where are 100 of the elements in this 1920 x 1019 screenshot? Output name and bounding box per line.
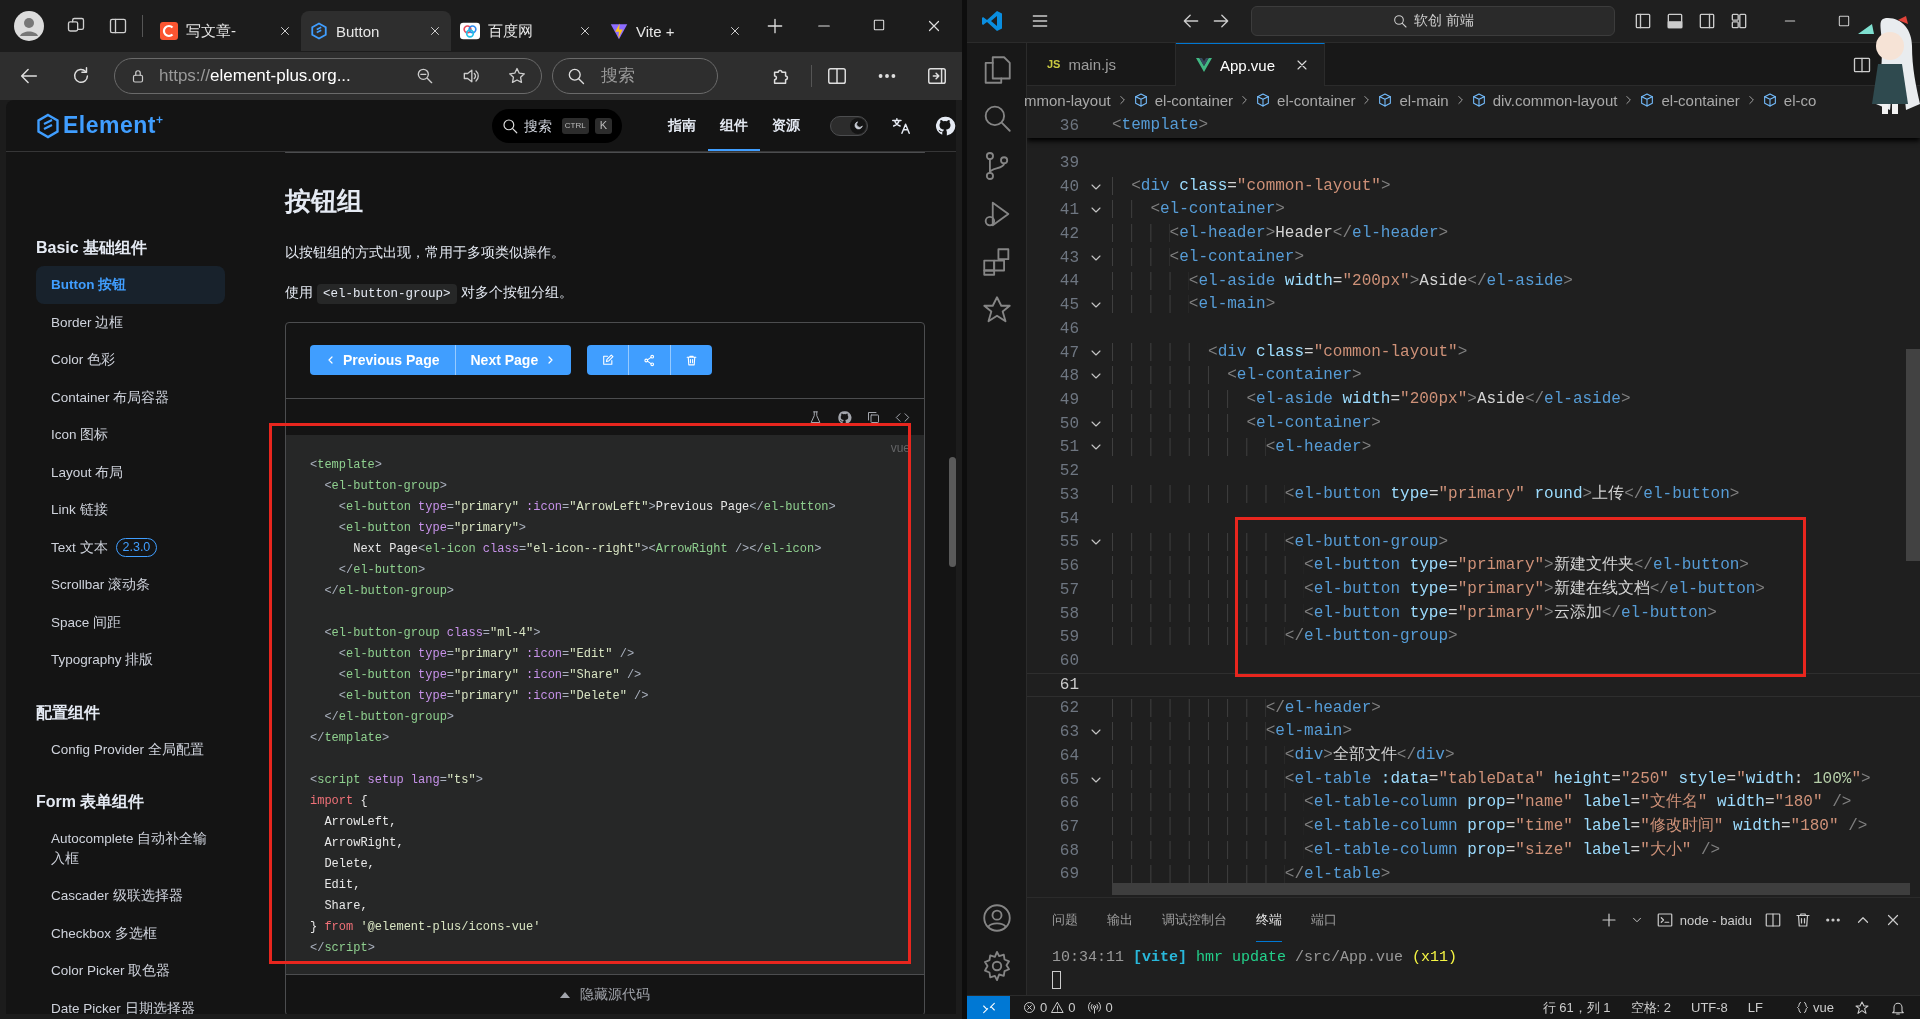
panel-tab[interactable]: 输出 (1107, 898, 1133, 942)
code-line: </el-button-group> (1112, 625, 1458, 650)
sidebar-item[interactable]: Date Picker 日期选择器 (36, 989, 225, 1014)
breadcrumb[interactable]: el-container (1132, 91, 1234, 109)
panel-tab[interactable]: 端口 (1311, 898, 1337, 942)
scrollbar[interactable] (1906, 349, 1920, 561)
code-line: ArrowRight, (323, 835, 405, 852)
cat-logo-icon[interactable] (837, 409, 852, 425)
browser-tab[interactable]: 写文章- (151, 11, 301, 51)
command-center[interactable]: 软创 前端 (1251, 6, 1615, 36)
sidebar-item[interactable]: Layout 布局 (36, 453, 225, 491)
code-line: </el-header> (1112, 696, 1381, 721)
panel-tab[interactable]: 终端 (1256, 898, 1282, 942)
sidebar-item[interactable]: Border 边框 (36, 303, 225, 341)
search-field[interactable]: 搜索 (552, 58, 718, 94)
line-number: 57 (1058, 580, 1079, 599)
indentation[interactable]: 空格: 2 (1630, 998, 1671, 1017)
sidebar-item[interactable]: Config Provider 全局配置 (36, 730, 225, 768)
line-number: 66 (1058, 794, 1079, 813)
close-icon[interactable] (578, 24, 592, 38)
sidebar-item[interactable]: Autocomplete 自动补全输入框 (36, 820, 225, 877)
bolt-logo-icon (610, 22, 628, 40)
sidebar-icon[interactable] (926, 65, 948, 87)
sidebar-item[interactable]: Container 布局容器 (36, 378, 225, 416)
remote-button[interactable] (967, 996, 1010, 1019)
panel-tab[interactable]: 调试控制台 (1162, 898, 1227, 942)
copy-icon[interactable] (866, 409, 881, 425)
new-tab-icon[interactable] (765, 16, 785, 36)
breadcrumb[interactable]: el-main (1377, 91, 1449, 109)
theme-switch[interactable] (830, 115, 868, 136)
problems-indicator[interactable]: 0 0 (1022, 1000, 1076, 1015)
split-editor-icon[interactable] (1852, 55, 1872, 75)
code-line: <el-container> (1112, 198, 1285, 223)
layout-icon[interactable] (1633, 11, 1653, 31)
breadcrumb[interactable]: el-container (1639, 91, 1740, 109)
nav-link[interactable]: 指南 (656, 100, 708, 151)
trash-icon[interactable] (1794, 911, 1812, 929)
breadcrumb[interactable]: div.common-layout (1470, 91, 1618, 109)
site-logo[interactable]: Element$^{+}$ (36, 112, 164, 139)
line-number: 64 (1058, 746, 1079, 765)
scrollbar[interactable] (949, 457, 956, 567)
breadcrumb[interactable]: el-co (1761, 91, 1817, 109)
code-line: <div class="common-layout"> (1112, 340, 1468, 365)
panel-tab[interactable]: 问题 (1052, 898, 1078, 942)
close-icon[interactable] (278, 24, 292, 38)
browser-tab[interactable]: Button (301, 11, 451, 51)
avatar-icon[interactable] (14, 11, 44, 41)
line-ending[interactable]: LF (1747, 1000, 1764, 1015)
sidebar-item[interactable]: Scrollbar 滚动条 (36, 566, 225, 604)
cube-icon (1470, 92, 1487, 108)
code-line: </template> (310, 730, 391, 747)
code-line: <script setup lang="ts"> (310, 772, 484, 789)
line-number: 39 (1058, 153, 1079, 172)
delete-button[interactable] (671, 345, 713, 375)
sidebar-item[interactable]: Icon 图标 (36, 416, 225, 454)
browser-tab[interactable]: Vite + (601, 11, 751, 51)
code-line: <el-table :data="tableData" height="250" style="width: 100%"> (1112, 767, 1871, 792)
browser-tab[interactable]: 百度网 (451, 11, 601, 51)
sidebar-item[interactable]: Typography 排版 (36, 641, 225, 679)
sidebar-item[interactable]: Cascader 级联选择器 (36, 877, 225, 915)
maximize-icon[interactable] (871, 17, 887, 33)
split-icon[interactable] (1764, 911, 1782, 929)
sidebar-item[interactable]: Button 按钮 (36, 266, 225, 304)
layout-icon[interactable] (1697, 11, 1717, 31)
sidebar-item[interactable]: Color Picker 取色器 (36, 952, 225, 990)
line-number: 51 (1058, 438, 1079, 457)
sidebar-item[interactable]: Space 间距 (36, 603, 225, 641)
cat-logo-icon[interactable] (934, 114, 956, 137)
close-icon[interactable] (428, 24, 442, 38)
layout-icon[interactable] (1665, 11, 1685, 31)
terminal-selector[interactable]: node - baidu (1655, 911, 1752, 929)
layout-icon[interactable] (1729, 11, 1749, 31)
nav-link[interactable]: 组件 (708, 100, 760, 151)
maximize-icon[interactable] (1836, 13, 1852, 29)
close-icon[interactable] (728, 24, 742, 38)
star-icon[interactable] (507, 66, 527, 86)
star-icon[interactable] (1854, 999, 1870, 1016)
breadcrumb[interactable]: mmon-layout (1024, 91, 1111, 109)
file-type-icon: JS (1047, 58, 1061, 70)
sidebar-item[interactable]: Text 文本 2.3.0 (36, 528, 225, 566)
sidebar-item[interactable]: Checkbox 多选框 (36, 914, 225, 952)
ports-indicator[interactable]: 0 (1087, 1000, 1113, 1015)
error-icon (1022, 1000, 1037, 1015)
hide-source-button[interactable]: 隐藏源代码 (560, 986, 650, 1004)
nav-link[interactable]: 资源 (760, 100, 812, 151)
tab-actions-icon[interactable] (108, 16, 128, 36)
cursor-position[interactable]: 行 61，列 1 (1542, 998, 1611, 1017)
encoding[interactable]: UTF-8 (1691, 1000, 1728, 1015)
sidebar-item[interactable]: Link 链接 (36, 491, 225, 529)
line-number: 59 (1058, 628, 1079, 647)
scrollbar[interactable] (1112, 883, 1910, 895)
sidebar-item[interactable]: Color 色彩 (36, 341, 225, 379)
split-screen-icon[interactable] (826, 65, 848, 87)
code-line: Edit, (323, 877, 362, 894)
code-line: <el-table-column prop="name" label="文件名" width="180" /> (1112, 791, 1852, 816)
editor-tab[interactable]: App.vue (1176, 43, 1325, 86)
zoom-out-icon[interactable] (415, 66, 435, 86)
breadcrumb[interactable]: el-container (1255, 91, 1356, 109)
language-mode[interactable]: vue (1795, 1000, 1834, 1015)
flask-icon[interactable] (808, 409, 823, 425)
